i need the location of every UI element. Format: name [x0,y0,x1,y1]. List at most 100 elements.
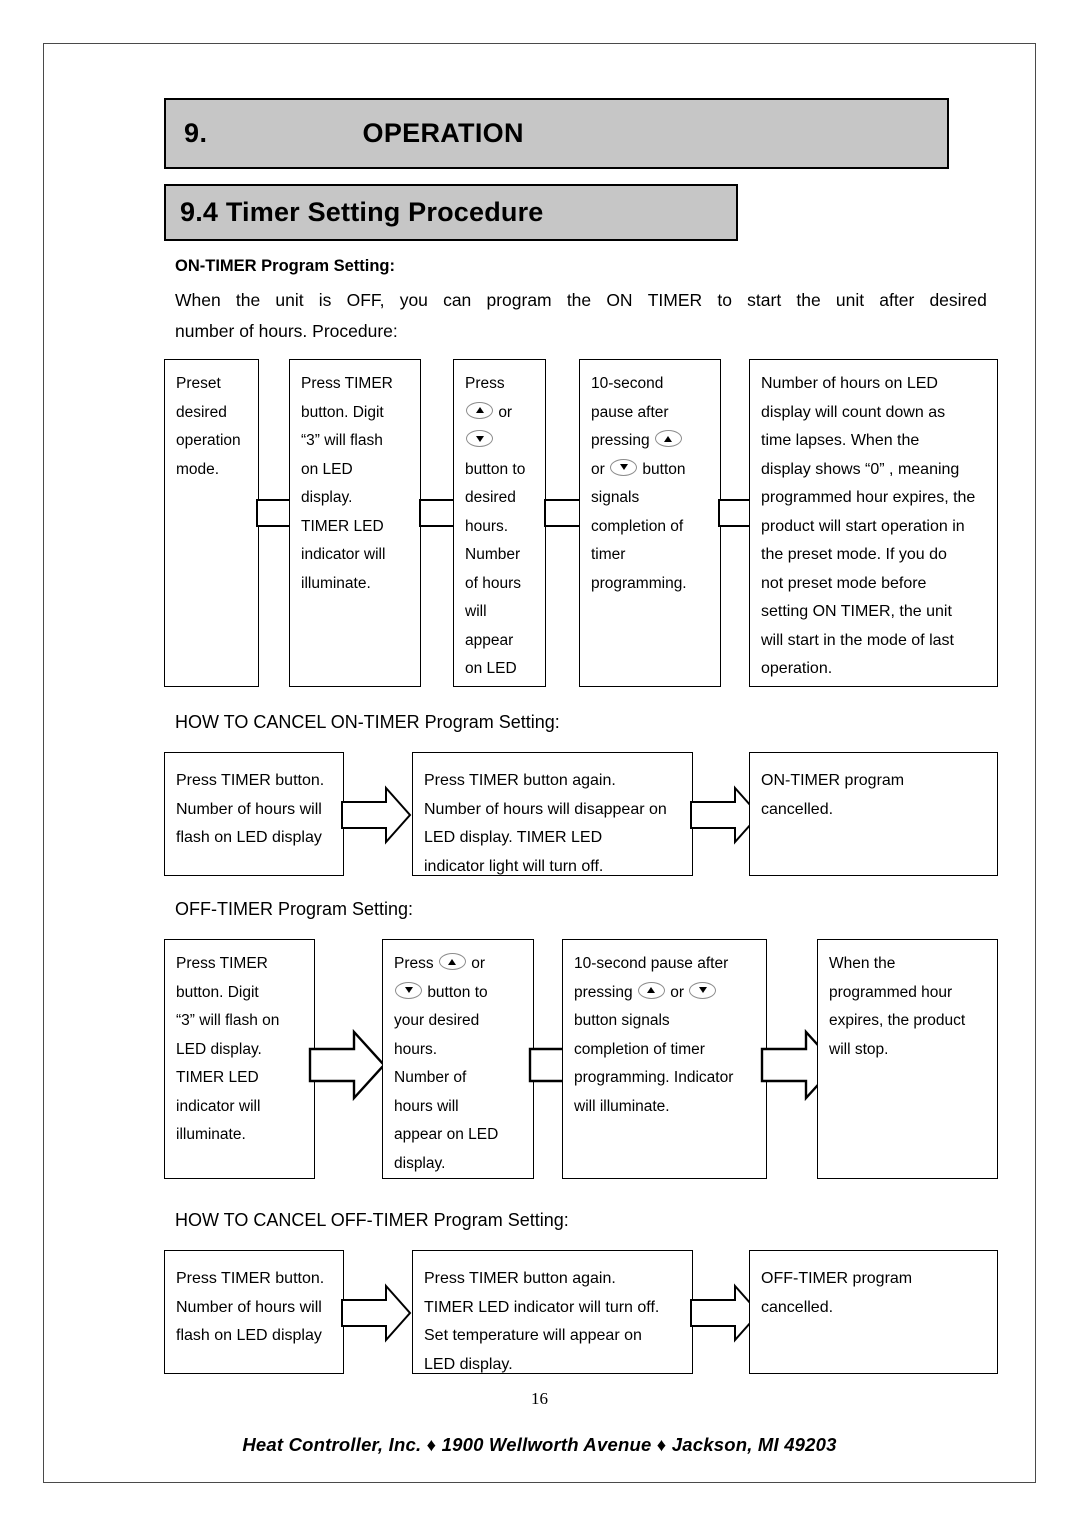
step-line: “3” will flash [301,432,383,449]
flow-box-ten-second-pause: 10-second pause after pressing or button… [579,359,721,687]
section-header-bar: 9.4 Timer Setting Procedure [164,184,738,241]
step-line: indicator will [301,546,386,563]
step-line: OFF-TIMER program [761,1270,913,1287]
flow-box-ten-second-pause-off: 10-second pause after pressing or button… [562,939,767,1179]
step-line-with-icons: or button [591,458,686,478]
step-line: TIMER LED indicator will turn off. [424,1298,660,1316]
step-line: 10-second pause after [574,955,729,972]
step-line: Press TIMER [176,955,268,972]
page-number: 16 [531,1389,548,1408]
flow-box-countdown-result: Number of hours on LED display will coun… [749,359,998,687]
footer-street: 1900 Wellworth Avenue [441,1434,652,1455]
step-line: operation [176,432,241,449]
step-line: Number of hours will [176,1298,322,1316]
step-line: expires, the product [829,1012,966,1029]
step-line: will stop. [829,1040,889,1058]
step-line: will illuminate. [574,1097,670,1115]
step-line: button to [465,460,526,478]
step-line: desired [465,489,516,506]
flow-box-press-timer-cancel-off: Press TIMER button. Number of hours will… [164,1250,344,1374]
up-button-icon [637,981,665,999]
diamond-icon: ♦ [426,1434,437,1455]
step-line: indicator will [176,1097,261,1115]
step-line: display shows “0” , meaning [761,460,960,478]
step-line: LED display. [424,1355,513,1373]
step-line: Number of hours will [176,800,322,818]
step-line: your desired [394,1012,480,1029]
step-line: setting ON TIMER, the unit [761,603,952,620]
footer-address: Heat Controller, Inc. ♦ 1900 Wellworth A… [44,1434,1035,1456]
step-line: Number of hours will disappear on [424,800,667,818]
flow-arrow-off-1 [308,1028,386,1102]
flow-box-press-updown: Press or button to desired hours. Number… [453,359,546,687]
off-timer-label: OFF-TIMER Program Setting: [175,899,414,919]
flow-arrow-cancel-1 [340,785,412,845]
flow-box-preset-mode: Preset desired operation mode. [164,359,259,687]
step-line: Press TIMER button again. [424,1270,616,1287]
step-line: product will start operation in [761,517,965,535]
step-line: pause after [591,403,669,421]
footer-company: Heat Controller, Inc. [242,1434,422,1455]
footer-city: Jackson, MI 49203 [671,1434,837,1455]
flow-box-press-timer-again-off: Press TIMER button again. TIMER LED indi… [412,1250,693,1374]
step-line: display. [301,489,353,506]
step-line: “3” will flash on [176,1012,280,1029]
step-line: LED display. TIMER LED [424,829,603,846]
step-line: flash on LED display [176,1327,322,1344]
cancel-off-timer-label: HOW TO CANCEL OFF-TIMER Program Setting: [175,1210,569,1230]
step-line: Number of [394,1069,467,1086]
step-line: not preset mode before [761,574,927,592]
step-line: hours will [394,1097,459,1115]
down-button-icon [689,981,717,999]
flow-box-off-timer-cancelled: OFF-TIMER program cancelled. [749,1250,998,1374]
chapter-number: 9. [184,118,208,148]
step-line: Number [465,546,521,563]
step-line: 10-second [591,375,664,392]
section-title: 9.4 Timer Setting Procedure [180,197,544,227]
down-button-icon [395,981,422,999]
up-button-icon [654,430,682,447]
step-line: button signals [574,1012,670,1029]
step-line: TIMER LED [301,517,384,535]
step-line: Press TIMER button. [176,772,325,789]
step-line: of hours [465,574,522,592]
step-line: Number of hours on LED [761,375,938,392]
step-line: time lapses. When the [761,432,920,449]
step-line: completion of [591,517,684,535]
step-line: programming. Indicator [574,1069,734,1086]
step-line: display. [394,1154,446,1172]
step-line-with-icons: pressing or [574,979,758,1008]
step-line: timer [591,546,626,563]
step-line: programmed hour expires, the [761,489,976,506]
chapter-title: OPERATION [362,118,524,148]
step-line: will [465,603,487,620]
step-line: indicator light will turn off. [424,857,604,875]
flow-box-press-timer-again: Press TIMER button again. Number of hour… [412,752,693,876]
step-line: signals [591,489,640,506]
step-line: will start in the mode of last [761,631,954,649]
step-line: appear [465,631,514,649]
step-line: Press TIMER button. [176,1270,325,1287]
step-line: Preset [176,375,221,392]
step-line: TIMER LED [176,1069,259,1086]
step-line: programming. [591,574,687,592]
step-line: cancelled. [761,1298,834,1316]
chapter-header-bar: 9. OPERATION [164,98,949,169]
step-line: operation. [761,660,833,677]
on-timer-intro: When the unit is OFF, you can program th… [175,285,987,347]
step-line: Press TIMER button again. [424,772,616,789]
up-button-icon [466,401,493,419]
step-line-with-icons [465,427,537,456]
flow-box-product-stops: When the programmed hour expires, the pr… [817,939,998,1179]
step-line: cancelled. [761,800,834,818]
on-timer-intro-line2: number of hours. Procedure: [175,321,398,341]
step-line: appear on LED [394,1126,499,1143]
on-timer-subhead: ON-TIMER Program Setting: [175,257,396,275]
page-frame: 9. OPERATION 9.4 Timer Setting Procedure… [43,43,1036,1483]
step-line-with-icons: or [465,399,537,428]
step-line: illuminate. [176,1126,246,1143]
step-line: on LED [301,460,353,478]
step-line-with-icons: Press [465,375,505,392]
step-line-with-icons: pressing [591,427,712,456]
diamond-icon: ♦ [656,1434,667,1455]
